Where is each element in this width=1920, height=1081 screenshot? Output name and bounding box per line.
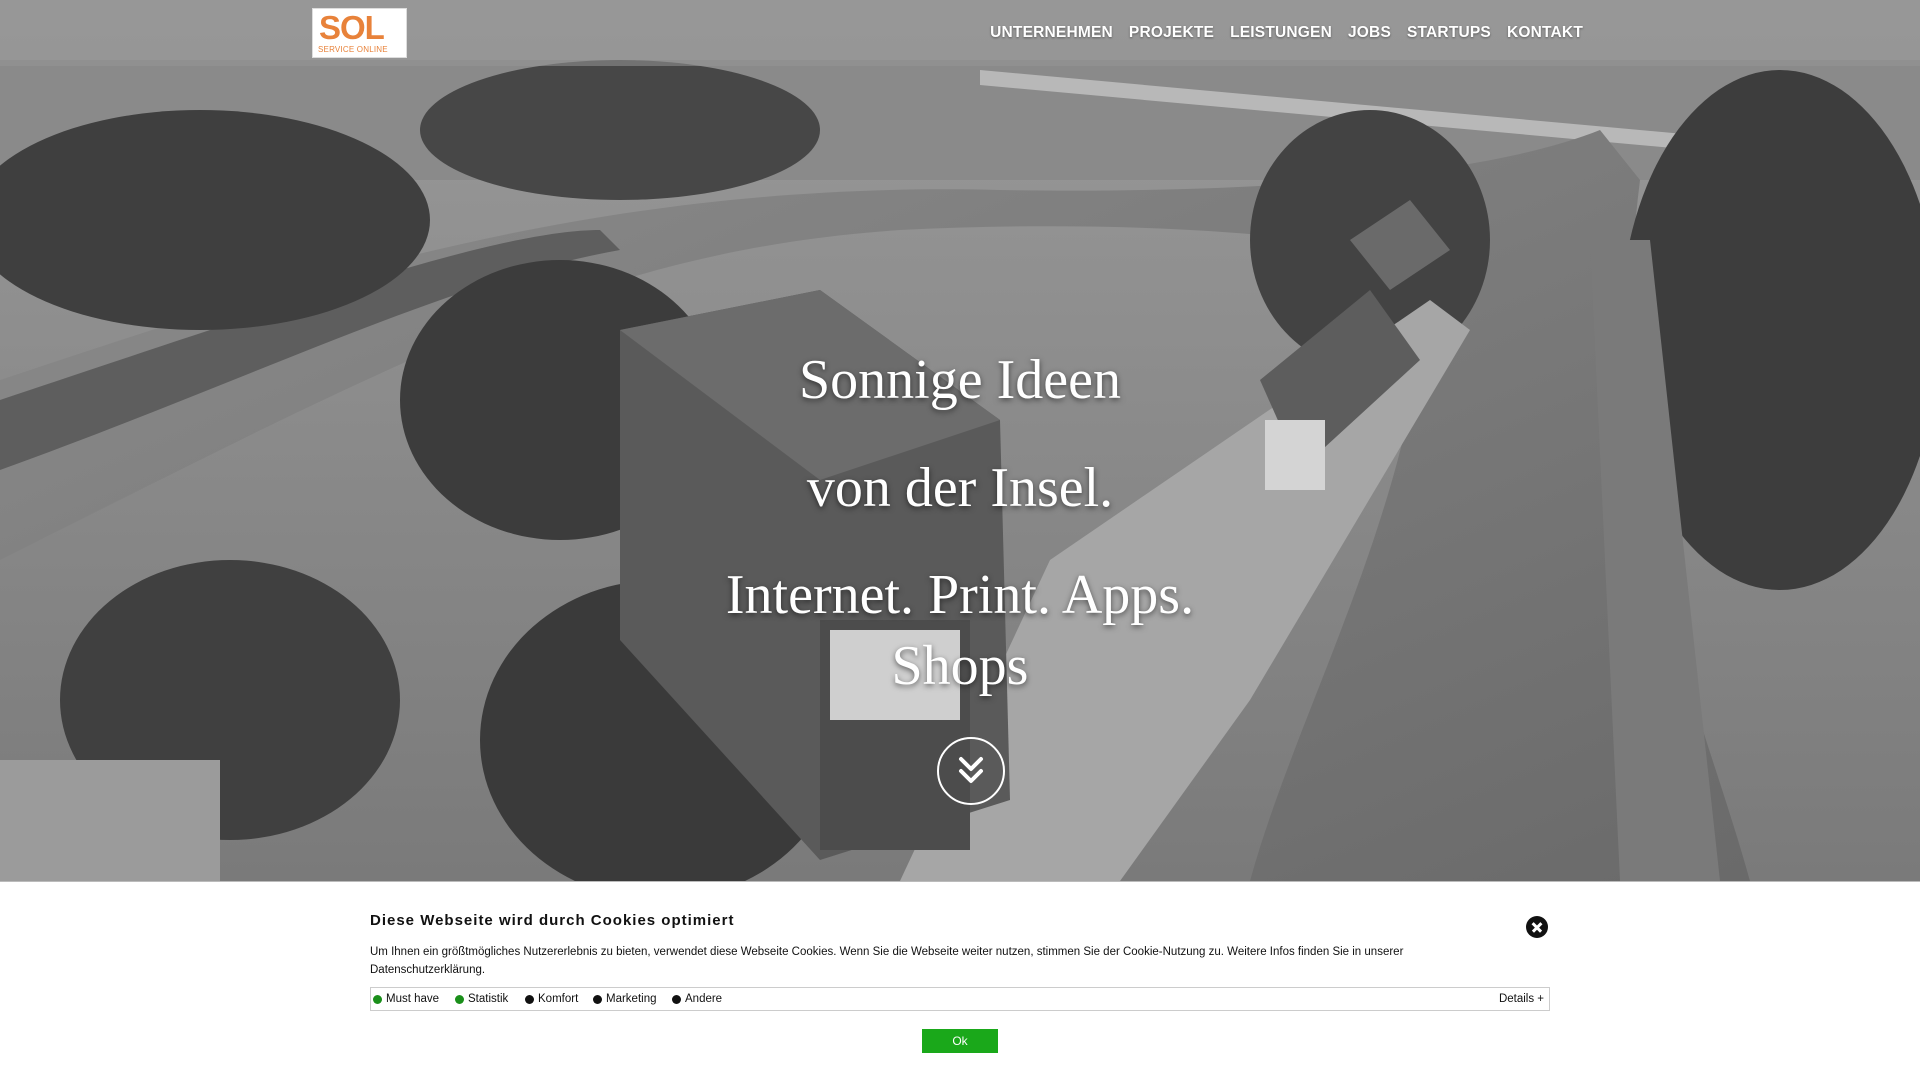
logo-subtitle: SERVICE ONLINE bbox=[318, 45, 388, 54]
cookie-category-komfort[interactable]: Komfort bbox=[525, 993, 578, 1005]
logo-wordmark: SOL bbox=[319, 9, 385, 46]
cookie-close-icon[interactable] bbox=[1526, 916, 1548, 938]
main-navigation: UNTERNEHMEN PROJEKTE LEISTUNGEN JOBS STA… bbox=[990, 0, 1583, 66]
double-chevron-down-icon bbox=[959, 757, 983, 783]
cookie-category-label: Must have bbox=[386, 993, 440, 1005]
cookie-banner: Diese Webseite wird durch Cookies optimi… bbox=[0, 881, 1920, 1081]
hero-headline-line-4: Shops bbox=[891, 635, 1029, 697]
nav-item-kontakt[interactable]: KONTAKT bbox=[1507, 24, 1583, 42]
status-dot-icon bbox=[672, 994, 681, 1004]
cookie-category-must-have[interactable]: Must have bbox=[373, 993, 439, 1005]
scroll-down-button[interactable] bbox=[937, 737, 1005, 805]
sol-logo[interactable]: SOL SERVICE ONLINE bbox=[312, 8, 407, 58]
hero-headline-line-2: von der Insel. bbox=[806, 457, 1114, 519]
cookie-category-marketing[interactable]: Marketing bbox=[593, 993, 657, 1005]
nav-item-unternehmen[interactable]: UNTERNEHMEN bbox=[990, 24, 1113, 42]
nav-item-projekte[interactable]: PROJEKTE bbox=[1129, 24, 1214, 42]
hero-headline-line-1: Sonnige Ideen bbox=[799, 349, 1121, 411]
cookie-category-label: Andere bbox=[685, 993, 723, 1005]
nav-item-leistungen[interactable]: LEISTUNGEN bbox=[1230, 24, 1332, 42]
status-dot-icon bbox=[455, 994, 464, 1004]
cookie-ok-button[interactable]: Ok bbox=[922, 1029, 998, 1053]
cookie-category-label: Statistik bbox=[468, 993, 509, 1005]
status-dot-icon bbox=[373, 994, 382, 1004]
nav-item-jobs[interactable]: JOBS bbox=[1348, 24, 1391, 42]
nav-item-startups[interactable]: STARTUPS bbox=[1407, 24, 1491, 42]
cookie-category-andere[interactable]: Andere bbox=[672, 993, 722, 1005]
hero-headline-line-3: Internet. Print. Apps. bbox=[725, 564, 1195, 626]
top-navigation-bar: SOL SERVICE ONLINE UNTERNEHMEN PROJEKTE … bbox=[0, 0, 1920, 66]
cookie-banner-text: Um Ihnen ein größtmögliches Nutzererlebn… bbox=[370, 946, 1404, 976]
cookie-banner-title: Diese Webseite wird durch Cookies optimi… bbox=[370, 912, 735, 929]
cookie-category-label: Marketing bbox=[606, 993, 657, 1005]
cookie-category-label: Komfort bbox=[538, 993, 579, 1005]
cookie-category-statistik[interactable]: Statistik bbox=[455, 993, 508, 1005]
status-dot-icon bbox=[593, 994, 602, 1004]
status-dot-icon bbox=[525, 994, 534, 1004]
cookie-details-toggle[interactable]: Details + bbox=[1499, 993, 1544, 1005]
cookie-categories-bar: Must have Statistik Komfort Marketing An… bbox=[370, 987, 1550, 1011]
